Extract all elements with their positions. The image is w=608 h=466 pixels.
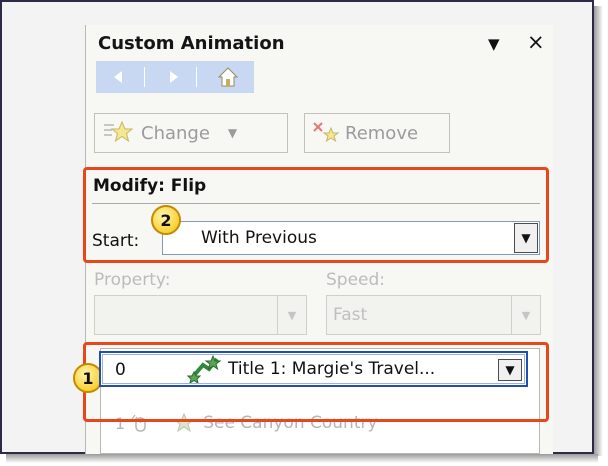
remove-button[interactable]: Remove <box>304 113 450 153</box>
chevron-down-icon[interactable]: ▼ <box>277 295 307 335</box>
chevron-down-icon[interactable]: ▼ <box>511 295 541 335</box>
nav-separator <box>196 67 197 87</box>
star-icon <box>103 120 133 146</box>
frame-shadow-bottom <box>6 454 598 463</box>
speed-dropdown[interactable]: Fast ▼ <box>326 295 541 335</box>
pane-menu-icon[interactable]: ▼ <box>488 35 500 53</box>
nav-separator <box>144 67 145 87</box>
speed-dropdown-value: Fast <box>333 305 368 325</box>
home-icon[interactable] <box>210 61 246 93</box>
speed-label: Speed: <box>326 270 386 290</box>
list-item-label: Title 1: Margie's Travel... <box>228 359 436 379</box>
flip-effect-icon <box>187 355 221 383</box>
start-label: Start: <box>92 231 140 251</box>
remove-label: Remove <box>345 122 419 144</box>
chevron-down-icon: ▼ <box>227 126 238 140</box>
modify-heading: Modify: Flip <box>93 176 207 196</box>
start-dropdown-value: With Previous <box>201 228 317 248</box>
navigation-bar <box>96 61 254 93</box>
back-arrow-icon[interactable] <box>104 61 134 93</box>
chevron-down-icon[interactable]: ▼ <box>498 359 522 381</box>
list-item-index: 0 <box>115 360 126 380</box>
pane-title: Custom Animation <box>98 33 285 54</box>
forward-arrow-icon[interactable] <box>158 61 188 93</box>
chevron-down-icon[interactable]: ▼ <box>514 223 538 253</box>
property-label: Property: <box>94 270 171 290</box>
modify-divider <box>92 203 540 204</box>
remove-icon <box>311 120 341 146</box>
close-icon[interactable]: × <box>527 30 545 54</box>
change-button[interactable]: Change ▼ <box>94 113 288 153</box>
callout-badge-2: 2 <box>151 205 181 235</box>
frame-shadow-right <box>594 6 603 456</box>
property-dropdown[interactable]: ▼ <box>94 295 307 335</box>
custom-animation-pane: Custom Animation ▼ × Change ▼ Remove Mod… <box>73 25 553 454</box>
change-label: Change <box>141 122 210 144</box>
selected-list-item[interactable]: 0 Title 1: Margie's Travel... ▼ <box>99 351 528 387</box>
start-dropdown[interactable]: With Previous ▼ <box>162 221 540 255</box>
